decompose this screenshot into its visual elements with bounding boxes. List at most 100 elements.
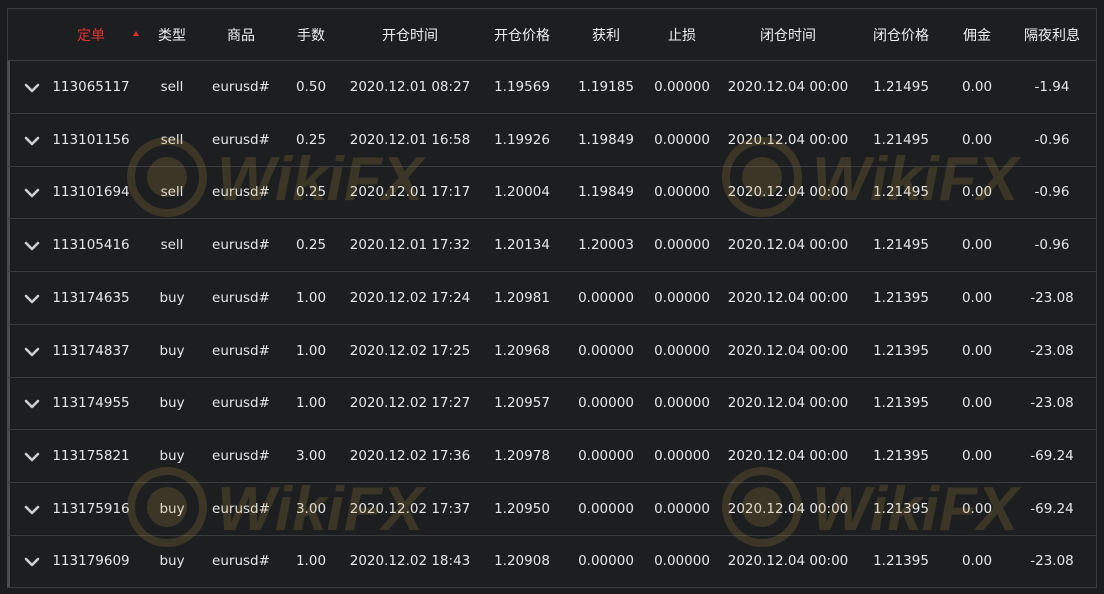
cell-close-price: 1.21395 bbox=[873, 500, 929, 517]
cell-commission: 0.00 bbox=[961, 553, 993, 570]
column-header-close-time[interactable]: 闭仓时间 bbox=[760, 9, 816, 60]
cell-open-time: 2020.12.01 08:27 bbox=[349, 79, 471, 95]
table-row[interactable]: 113175916 buy eurusd# 3.00 2020.12.02 17:37 1… bbox=[8, 483, 1096, 536]
cell-order-id: 113065117 bbox=[52, 79, 130, 95]
table-row[interactable]: 113174955 buy eurusd# 1.00 2020.12.02 17:27 1… bbox=[8, 377, 1096, 431]
cell-close-price: 1.21495 bbox=[873, 237, 929, 254]
chevron-down-icon[interactable] bbox=[24, 238, 40, 254]
cell-close-time: 2020.12.04 00:00 bbox=[727, 289, 849, 306]
cell-take-profit: 0.00000 bbox=[578, 553, 634, 570]
cell-symbol: eurusd# bbox=[212, 131, 270, 148]
cell-swap: -69.24 bbox=[1030, 500, 1074, 517]
cell-stop-loss: 0.00000 bbox=[654, 289, 710, 306]
cell-close-price: 1.21395 bbox=[873, 289, 929, 306]
sort-up-icon[interactable] bbox=[133, 31, 139, 36]
cell-commission: 0.00 bbox=[961, 500, 993, 517]
cell-close-price: 1.21395 bbox=[873, 395, 929, 412]
cell-type: buy bbox=[159, 395, 185, 412]
column-header-order-id[interactable]: 定单 bbox=[77, 9, 105, 60]
cell-open-time: 2020.12.02 17:24 bbox=[349, 289, 471, 306]
cell-swap: -23.08 bbox=[1030, 553, 1074, 570]
cell-open-time: 2020.12.02 18:43 bbox=[349, 553, 471, 570]
cell-open-price: 1.19926 bbox=[494, 131, 550, 148]
cell-type: buy bbox=[159, 447, 185, 464]
cell-take-profit: 1.19849 bbox=[578, 184, 634, 201]
column-header-lots[interactable]: 手数 bbox=[297, 9, 325, 60]
cell-close-price: 1.21395 bbox=[873, 342, 929, 359]
column-header-open-time[interactable]: 开仓时间 bbox=[382, 9, 438, 60]
chevron-down-icon[interactable] bbox=[24, 133, 40, 149]
cell-open-price: 1.20957 bbox=[494, 395, 550, 412]
cell-close-price: 1.21495 bbox=[873, 184, 929, 201]
column-header-stop-loss[interactable]: 止损 bbox=[668, 9, 696, 60]
table-row[interactable]: 113174837 buy eurusd# 1.00 2020.12.02 17:25 1… bbox=[8, 325, 1096, 378]
chevron-down-icon[interactable] bbox=[24, 80, 40, 96]
cell-take-profit: 0.00000 bbox=[578, 289, 634, 306]
cell-close-time: 2020.12.04 00:00 bbox=[727, 184, 849, 201]
chevron-down-icon[interactable] bbox=[24, 344, 40, 360]
cell-lots: 3.00 bbox=[295, 500, 327, 517]
cell-commission: 0.00 bbox=[961, 131, 993, 148]
cell-symbol: eurusd# bbox=[212, 553, 270, 570]
cell-close-time: 2020.12.04 00:00 bbox=[727, 79, 849, 95]
table-row[interactable]: 113105416 sell eurusd# 0.25 2020.12.01 17:32… bbox=[8, 219, 1096, 273]
chevron-down-icon[interactable] bbox=[24, 396, 40, 412]
cell-open-price: 1.19569 bbox=[494, 79, 550, 95]
cell-swap: -23.08 bbox=[1030, 289, 1074, 306]
cell-lots: 1.00 bbox=[295, 289, 327, 306]
chevron-down-icon[interactable] bbox=[24, 291, 40, 307]
cell-open-time: 2020.12.01 17:32 bbox=[349, 237, 471, 254]
cell-type: sell bbox=[160, 237, 184, 254]
column-header-swap[interactable]: 隔夜利息 bbox=[1024, 9, 1080, 60]
cell-symbol: eurusd# bbox=[212, 447, 270, 464]
cell-order-id: 113174955 bbox=[52, 395, 130, 412]
cell-open-price: 1.20004 bbox=[494, 184, 550, 201]
cell-order-id: 113101694 bbox=[52, 184, 130, 201]
cell-open-price: 1.20134 bbox=[494, 237, 550, 254]
cell-symbol: eurusd# bbox=[212, 237, 270, 254]
table-row[interactable]: 113101694 sell eurusd# 0.25 2020.12.01 17:17… bbox=[8, 166, 1096, 220]
cell-type: buy bbox=[159, 553, 185, 570]
cell-stop-loss: 0.00000 bbox=[654, 500, 710, 517]
cell-lots: 0.50 bbox=[295, 79, 327, 95]
cell-take-profit: 0.00000 bbox=[578, 342, 634, 359]
cell-close-time: 2020.12.04 00:00 bbox=[727, 237, 849, 254]
cell-open-time: 2020.12.02 17:37 bbox=[349, 500, 471, 517]
cell-open-price: 1.20908 bbox=[494, 553, 550, 570]
cell-swap: -23.08 bbox=[1030, 395, 1074, 412]
cell-order-id: 113179609 bbox=[52, 553, 130, 570]
cell-lots: 0.25 bbox=[295, 237, 327, 254]
chevron-down-icon[interactable] bbox=[24, 449, 40, 465]
column-header-take-profit[interactable]: 获利 bbox=[592, 9, 620, 60]
cell-symbol: eurusd# bbox=[212, 500, 270, 517]
cell-order-id: 113101156 bbox=[52, 131, 130, 148]
column-header-commission[interactable]: 佣金 bbox=[963, 9, 991, 60]
chevron-down-icon[interactable] bbox=[24, 502, 40, 518]
cell-open-time: 2020.12.01 16:58 bbox=[349, 131, 471, 148]
table-header: 定单 类型 商品 手数 开仓时间 开仓价格 获利 止损 闭仓时间 闭仓价格 佣金 隔夜利息 bbox=[8, 9, 1096, 61]
cell-commission: 0.00 bbox=[961, 79, 993, 95]
cell-close-price: 1.21395 bbox=[873, 553, 929, 570]
cell-stop-loss: 0.00000 bbox=[654, 395, 710, 412]
chevron-down-icon[interactable] bbox=[24, 185, 40, 201]
cell-stop-loss: 0.00000 bbox=[654, 237, 710, 254]
cell-lots: 3.00 bbox=[295, 447, 327, 464]
table-row[interactable]: 113179609 buy eurusd# 1.00 2020.12.02 18:43 1… bbox=[8, 535, 1096, 589]
table-row[interactable]: 113174635 buy eurusd# 1.00 2020.12.02 17:24 1… bbox=[8, 272, 1096, 325]
cell-commission: 0.00 bbox=[961, 395, 993, 412]
column-header-type[interactable]: 类型 bbox=[158, 9, 186, 60]
cell-symbol: eurusd# bbox=[212, 395, 270, 412]
column-header-symbol[interactable]: 商品 bbox=[227, 9, 255, 60]
table-row[interactable]: 113065117 sell eurusd# 0.50 2020.12.01 08:27… bbox=[8, 61, 1096, 114]
column-header-close-price[interactable]: 闭仓价格 bbox=[873, 9, 929, 60]
cell-open-time: 2020.12.02 17:36 bbox=[349, 447, 471, 464]
chevron-down-icon[interactable] bbox=[24, 554, 40, 570]
table-row[interactable]: 113101156 sell eurusd# 0.25 2020.12.01 16:58… bbox=[8, 114, 1096, 167]
cell-type: buy bbox=[159, 342, 185, 359]
cell-order-id: 113175916 bbox=[52, 500, 130, 517]
cell-swap: -69.24 bbox=[1030, 447, 1074, 464]
table-row[interactable]: 113175821 buy eurusd# 3.00 2020.12.02 17:36 1… bbox=[8, 430, 1096, 483]
cell-open-price: 1.20981 bbox=[494, 289, 550, 306]
cell-order-id: 113174837 bbox=[52, 342, 130, 359]
column-header-open-price[interactable]: 开仓价格 bbox=[494, 9, 550, 60]
